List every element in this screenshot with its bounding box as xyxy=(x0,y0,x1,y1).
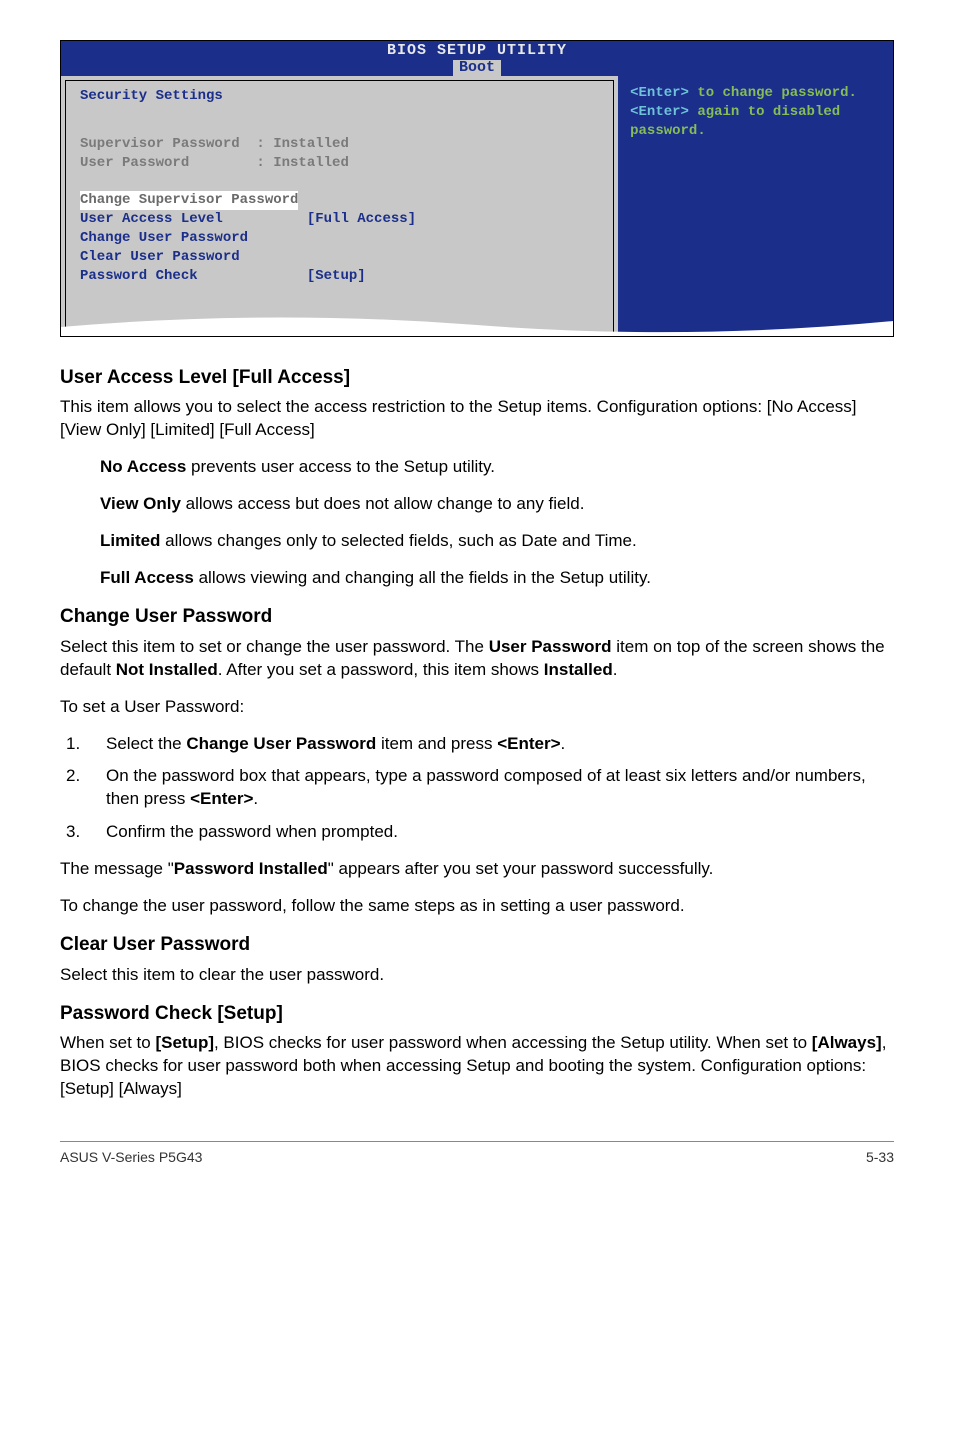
password-installed-msg: The message "Password Installed" appears… xyxy=(60,858,894,881)
bios-title: BIOS SETUP UTILITY xyxy=(61,43,893,60)
change-user-password-desc: Select this item to set or change the us… xyxy=(60,636,894,682)
clear-user-password-row[interactable]: Clear User Password xyxy=(80,249,240,265)
view-only-bold: View Only xyxy=(100,494,181,513)
step-2: On the password box that appears, type a… xyxy=(66,765,894,811)
full-access-text: allows viewing and changing all the fiel… xyxy=(194,568,651,587)
user-password-row: User Password : Installed xyxy=(80,155,349,171)
limited-bold: Limited xyxy=(100,531,160,550)
limited-text: allows changes only to selected fields, … xyxy=(160,531,636,550)
step-3: Confirm the password when prompted. xyxy=(66,821,894,844)
to-change-user-password: To change the user password, follow the … xyxy=(60,895,894,918)
no-access-bold: No Access xyxy=(100,457,186,476)
help-enter-2: <Enter> xyxy=(630,104,689,120)
password-check-label[interactable]: Password Check xyxy=(80,268,198,284)
bios-left-panel: Security Settings Supervisor Password : … xyxy=(65,80,614,336)
to-set-user-password: To set a User Password: xyxy=(60,696,894,719)
bios-header: BIOS SETUP UTILITY Boot xyxy=(61,41,893,76)
clear-user-password-desc: Select this item to clear the user passw… xyxy=(60,964,894,987)
user-access-level-value: [Full Access] xyxy=(223,211,416,227)
bios-help-panel: <Enter> to change password. <Enter> agai… xyxy=(618,76,893,336)
page-footer: ASUS V-Series P5G43 5-33 xyxy=(60,1141,894,1167)
security-settings-title: Security Settings xyxy=(80,87,599,106)
clear-user-password-heading: Clear User Password xyxy=(60,932,894,958)
view-only-text: allows access but does not allow change … xyxy=(181,494,585,513)
help-text-1: to change password. xyxy=(689,85,857,101)
password-check-value: [Setup] xyxy=(198,268,366,284)
footer-left: ASUS V-Series P5G43 xyxy=(60,1148,202,1167)
password-check-heading: Password Check [Setup] xyxy=(60,1001,894,1027)
bios-screenshot: BIOS SETUP UTILITY Boot Security Setting… xyxy=(60,40,894,337)
change-supervisor-password-row[interactable]: Change Supervisor Password xyxy=(80,191,298,210)
bios-body: Security Settings Supervisor Password : … xyxy=(61,76,893,336)
change-user-password-heading: Change User Password xyxy=(60,604,894,630)
help-enter-1: <Enter> xyxy=(630,85,689,101)
step-1: Select the Change User Password item and… xyxy=(66,733,894,756)
limited-line: Limited allows changes only to selected … xyxy=(100,530,894,553)
no-access-line: No Access prevents user access to the Se… xyxy=(100,456,894,479)
user-access-level-heading: User Access Level [Full Access] xyxy=(60,365,894,391)
change-user-password-row[interactable]: Change User Password xyxy=(80,230,248,246)
set-password-steps: Select the Change User Password item and… xyxy=(66,733,894,845)
full-access-line: Full Access allows viewing and changing … xyxy=(100,567,894,590)
footer-right: 5-33 xyxy=(866,1148,894,1167)
no-access-text: prevents user access to the Setup utilit… xyxy=(186,457,495,476)
password-check-desc: When set to [Setup], BIOS checks for use… xyxy=(60,1032,894,1101)
user-access-level-desc: This item allows you to select the acces… xyxy=(60,396,894,442)
full-access-bold: Full Access xyxy=(100,568,194,587)
view-only-line: View Only allows access but does not all… xyxy=(100,493,894,516)
user-access-level-label[interactable]: User Access Level xyxy=(80,211,223,227)
bios-active-tab: Boot xyxy=(453,60,501,77)
supervisor-password-row: Supervisor Password : Installed xyxy=(80,136,349,152)
